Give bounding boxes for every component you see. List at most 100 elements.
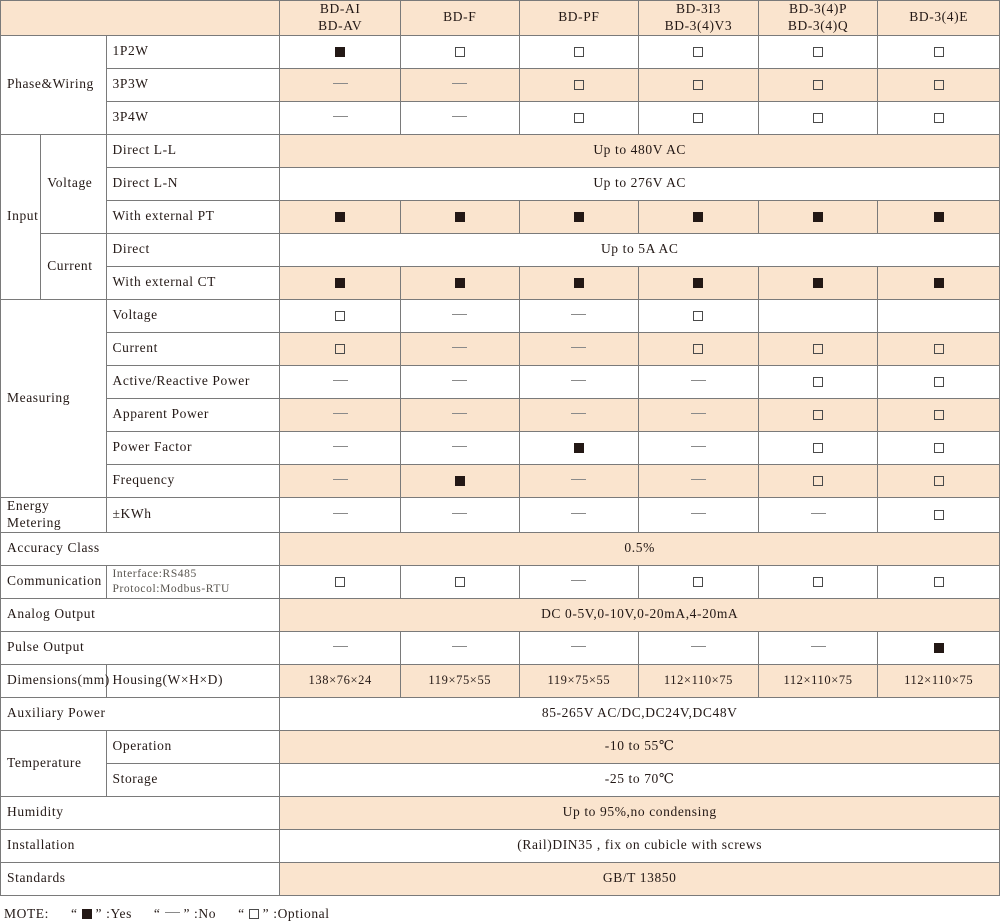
spec-cell [757,67,879,102]
legend-item-label: :Optional [273,905,330,921]
symbol-optional [813,443,824,454]
row-label: Communication [0,564,107,599]
symbol-optional [573,47,584,58]
spec-cell [638,496,759,533]
row-detail-label: Apparent Power [105,397,281,432]
symbol-no [332,83,348,85]
spec-cell [399,430,520,465]
spec-cell [877,564,1000,599]
row-detail-label: Interface:RS485 Protocol:Modbus-RTU [105,564,281,599]
column-header-line2: BD-3(4)Q [787,17,849,33]
symbol-no [571,380,587,382]
section-label-temperature: Temperature [0,729,107,797]
symbol-optional [693,344,704,355]
table-row: Phase&Wiring 1P2W [0,34,1000,135]
table-row: With external CT [1,265,1000,300]
input-subgroup-label: Voltage [40,133,107,234]
symbol-optional [335,576,346,587]
spec-cell [877,364,1000,399]
symbol-optional [813,47,824,58]
column-header: BD-PF [518,0,640,36]
table-row: Power Factor [1,430,1000,465]
table-row: 3P3W [1,67,1000,102]
row-detail-label: With external CT [105,265,281,300]
spec-cell [757,100,879,135]
spec-cell [399,67,520,102]
symbol-no [810,645,826,647]
spec-cell [877,496,1000,533]
symbol-no [571,579,587,581]
spec-cell [518,265,640,300]
row-label: Auxiliary Power [0,696,281,731]
table-row: Standards GB/T 13850 [0,861,1000,896]
symbol-optional [813,576,824,587]
spanned-value: GB/T 13850 [279,861,1000,896]
symbol-no [332,413,348,415]
input-subgroup-label: Current [40,232,107,300]
table-row: Storage -25 to 70℃ [1,762,1000,797]
spec-cell [279,397,401,432]
spec-cell [518,100,640,135]
row-detail-line: Interface:RS485 [112,568,197,581]
symbol-yes [573,443,584,454]
column-header-line1: BD-3I3 [676,1,721,16]
symbol-no [452,116,468,118]
row-label: Accuracy Class [0,531,281,566]
spec-cell [638,364,759,399]
row-label: Humidity [0,795,281,830]
table-row: Apparent Power [1,397,1000,432]
row-detail-label: With external PT [105,199,281,234]
symbol-yes [454,278,465,289]
symbol-no [571,645,587,647]
spec-cell [518,364,640,399]
spec-cell [518,298,640,333]
symbol-yes [335,47,346,58]
spec-cell [518,630,640,665]
symbol-optional [933,576,944,587]
symbol-optional [813,410,824,421]
spec-cell [757,397,879,432]
spanned-value: -25 to 70℃ [279,762,1000,797]
symbol-no [571,413,587,415]
symbol-yes [454,212,465,223]
spec-cell [279,265,401,300]
symbol-optional [933,476,944,487]
symbol-no [332,513,348,515]
spec-cell [877,34,1000,69]
symbol-no [571,479,587,481]
row-detail-label: Direct [105,232,281,267]
symbol-yes [813,212,824,223]
table-row: Measuring Voltage [0,298,1000,498]
spec-cell [279,364,401,399]
spec-cell [399,364,520,399]
symbol-no [690,513,706,515]
section-label-phase-wiring: Phase&Wiring [0,34,107,135]
specification-table: BD-AI BD-AV BD-F BD-PF BD-3I3 BD-3(4)V3 BD-3(4… [0,0,1000,896]
spec-cell [399,298,520,333]
column-header-line1: BD-3(4)P [789,1,848,16]
symbol-no [690,446,706,448]
spanned-value: DC 0-5V,0-10V,0-20mA,4-20mA [279,597,1000,632]
row-label: Energy Metering [0,496,107,533]
table-row: Humidity Up to 95%,no condensing [0,795,1000,830]
row-detail-label: Direct L-L [105,133,281,168]
row-label: Standards [0,861,281,896]
column-header: BD-3(4)P BD-3(4)Q [757,0,879,36]
table-row: Accuracy Class 0.5% [0,531,1000,566]
symbol-yes [81,909,92,920]
dimension-value: 119×75×55 [518,663,640,698]
spec-cell [518,331,640,366]
spec-cell [399,496,520,533]
symbol-no [452,645,468,647]
table-row: Direct L-N Up to 276V AC [1,166,1000,201]
spec-cell [877,430,1000,465]
spec-cell [877,331,1000,366]
spec-cell [518,430,640,465]
section-label-input: Input [0,133,42,300]
row-detail-label: Voltage [105,298,281,333]
dimension-value: 138×76×24 [279,663,401,698]
spanned-value: -10 to 55℃ [279,729,1000,764]
spec-cell [399,630,520,665]
symbol-yes [573,278,584,289]
table-row: Active/Reactive Power [1,364,1000,399]
